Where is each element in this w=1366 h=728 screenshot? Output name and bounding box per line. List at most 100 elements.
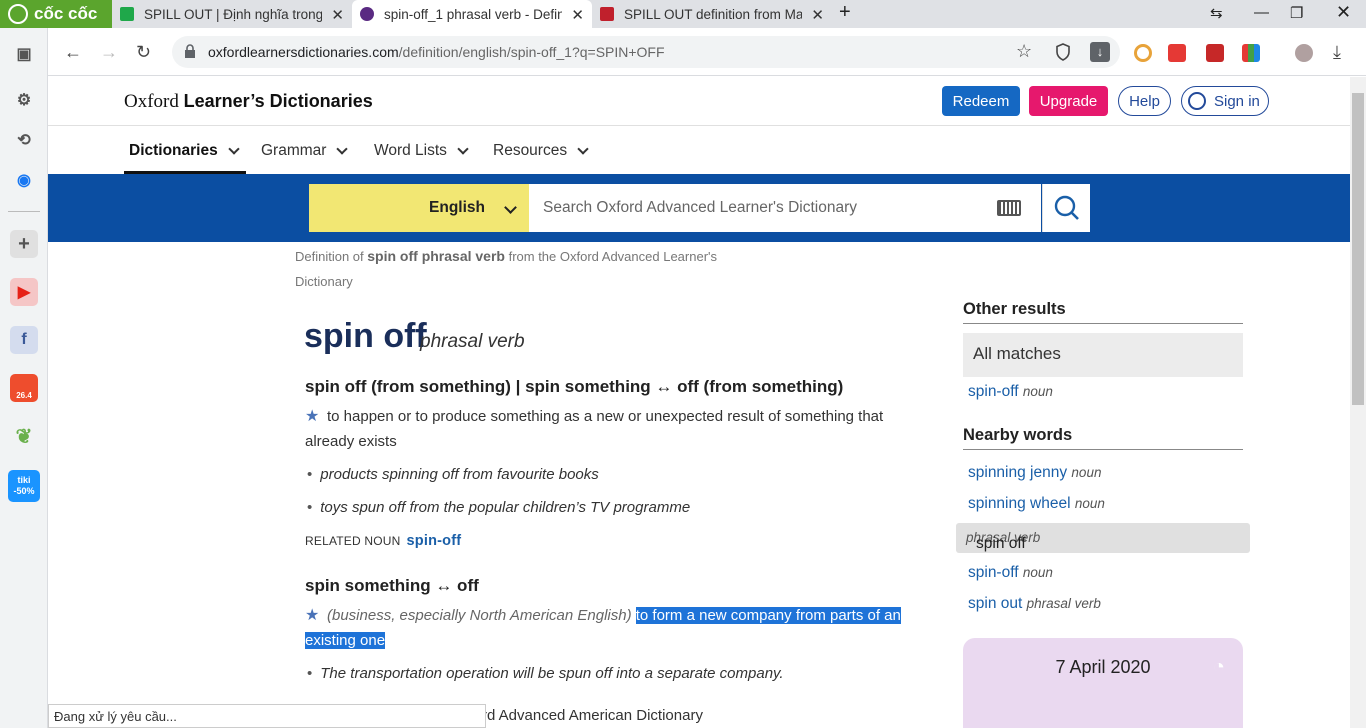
example-text: toys spun off from the popular children’… [320,499,691,516]
nav-dictionaries[interactable]: Dictionaries [129,142,240,160]
example-item: • toys spun off from the popular children… [307,499,690,516]
tab-spill-out-vn[interactable]: SPILL OUT | Định nghĩa trong Từ điển ✕ [112,0,352,28]
history-icon[interactable]: ⟲ [10,126,38,154]
sidebar-toggle-icon[interactable]: ▣ [10,40,38,68]
tiki-icon[interactable]: tiki -50% [8,470,40,502]
word-of-the-day-card[interactable]: 7 April 2020 ◔ [963,638,1243,728]
download-page-icon[interactable]: ↓ [1090,42,1110,62]
language-select[interactable]: English [309,184,529,232]
address-bar[interactable]: oxfordlearnersdictionaries.com/definitio… [172,36,1120,68]
nav-grammar[interactable]: Grammar [261,142,349,160]
nearby-word: spin off [976,535,1026,552]
navigation-bar: ← → ↻ oxfordlearnersdictionaries.com/def… [0,28,1366,76]
oxford-favicon-icon [360,7,374,21]
redeem-button[interactable]: Redeem [942,86,1020,116]
download-icon[interactable]: ⤓ [1333,42,1341,63]
search-input[interactable] [529,184,1041,232]
bookmark-star-icon[interactable]: ☆ [1016,41,1032,62]
nearby-word: spin-off [968,564,1019,581]
logo-oxford: Oxford [124,91,179,112]
tab-macmillan[interactable]: SPILL OUT definition from Macmillan ✕ [592,0,832,28]
extension-red-icon[interactable] [1206,44,1224,62]
other-result-link[interactable]: spin-off noun [968,383,1053,401]
chevron-down-icon [228,143,240,155]
example-text: The transportation operation will be spu… [320,665,784,682]
chevron-down-icon [336,143,349,155]
shield-icon[interactable] [1055,43,1071,61]
shopee-icon[interactable]: 26.4 [10,374,38,402]
oxford3000-star-icon[interactable]: ★ [305,404,321,425]
tab-title: SPILL OUT | Định nghĩa trong Từ điển [144,6,322,22]
nav-label: Dictionaries [129,142,218,159]
settings-icon[interactable]: ⚙ [10,86,38,114]
nearby-word-link[interactable]: spin out phrasal verb [968,595,1101,613]
forward-icon[interactable]: → [100,42,118,63]
new-badge-icon[interactable] [1168,44,1186,62]
chevron-down-icon [504,201,517,214]
web-page: Oxford Learner’s Dictionaries Redeem Upg… [48,77,1350,728]
nearby-word-selected[interactable]: spin off phrasal verb [956,523,1250,553]
browser-sidebar: ▣ ⚙ ⟲ ◉ + ▶ f 26.4 ❦ tiki -50% [0,28,48,728]
back-icon[interactable]: ← [64,42,82,63]
tab-spin-off[interactable]: spin-off_1 phrasal verb - Definition ✕ [352,0,592,28]
example-item: • products spinning off from favourite bo… [307,466,599,483]
nearby-word: spin out [968,595,1023,612]
bullet-icon: • [307,499,313,516]
nearby-word: spinning wheel [968,495,1071,512]
tiki-discount: -50% [13,486,35,496]
sense-2-heading: spin something ↔ off [305,576,479,595]
youtube-icon[interactable]: ▶ [10,278,38,306]
site-logo[interactable]: Oxford Learner’s Dictionaries [124,91,373,113]
add-icon[interactable]: + [10,230,38,258]
grammar-labels: (business, especially North American Eng… [327,607,632,624]
bullet-icon: • [307,466,313,483]
related-link[interactable]: spin-off [407,533,462,549]
upgrade-button[interactable]: Upgrade [1029,86,1108,116]
leaf-icon[interactable]: ❦ [10,422,38,450]
close-tab-icon[interactable]: ✕ [331,6,344,24]
close-tab-icon[interactable]: ✕ [811,6,824,24]
nav-label: Word Lists [374,142,447,159]
keyboard-icon[interactable] [997,200,1021,216]
coccoc-brand[interactable]: cốc cốc [0,0,112,28]
minimize-icon[interactable]: — [1254,4,1269,21]
definition-text: to happen or to produce something as a n… [305,408,884,450]
oxford3000-star-icon[interactable]: ★ [305,603,321,624]
page-scrollbar[interactable] [1350,77,1366,728]
sign-in-label: Sign in [1214,92,1260,110]
american-dictionary-link[interactable]: rd Advanced American Dictionary [482,707,703,724]
nav-word-lists[interactable]: Word Lists [374,142,469,160]
profile-avatar[interactable] [1295,44,1313,62]
tab-title: SPILL OUT definition from Macmillan [624,6,802,22]
scrollbar-thumb[interactable] [1352,93,1364,405]
sign-in-button[interactable]: Sign in [1181,86,1269,116]
nav-resources[interactable]: Resources [493,142,589,160]
close-tab-icon[interactable]: ✕ [571,6,584,24]
part-of-speech: phrasal verb [420,331,525,352]
nearby-word-link[interactable]: spin-off noun [968,564,1053,582]
search-button[interactable] [1042,184,1090,232]
tab-search-icon[interactable]: ⇆ [1210,4,1223,22]
messenger-icon[interactable]: ◉ [10,166,38,194]
user-icon [1188,92,1206,110]
result-pos: noun [1022,384,1053,399]
search-band: English [48,174,1350,242]
rss-icon[interactable]: ◔ [1213,656,1225,679]
coccoc-icon[interactable] [1134,44,1152,62]
search-icon [1054,195,1079,220]
new-tab-icon[interactable]: + [839,1,851,24]
reload-icon[interactable]: ↻ [136,42,151,63]
tab-title: spin-off_1 phrasal verb - Definition [384,6,562,22]
help-button[interactable]: Help [1118,86,1171,116]
maximize-icon[interactable]: ❐ [1290,4,1303,22]
nearby-word-link[interactable]: spinning wheel noun [968,495,1105,513]
sidebar-divider [8,211,40,212]
all-matches-button[interactable]: All matches [963,333,1243,377]
chevron-down-icon [577,143,589,155]
facebook-icon[interactable]: f [10,326,38,354]
related-label: RELATED NOUN [305,534,401,548]
nearby-word-link[interactable]: spinning jenny noun [968,464,1101,482]
extension-grid-icon[interactable] [1242,44,1260,62]
macmillan-favicon-icon [600,7,614,21]
close-window-icon[interactable]: ✕ [1336,2,1351,23]
